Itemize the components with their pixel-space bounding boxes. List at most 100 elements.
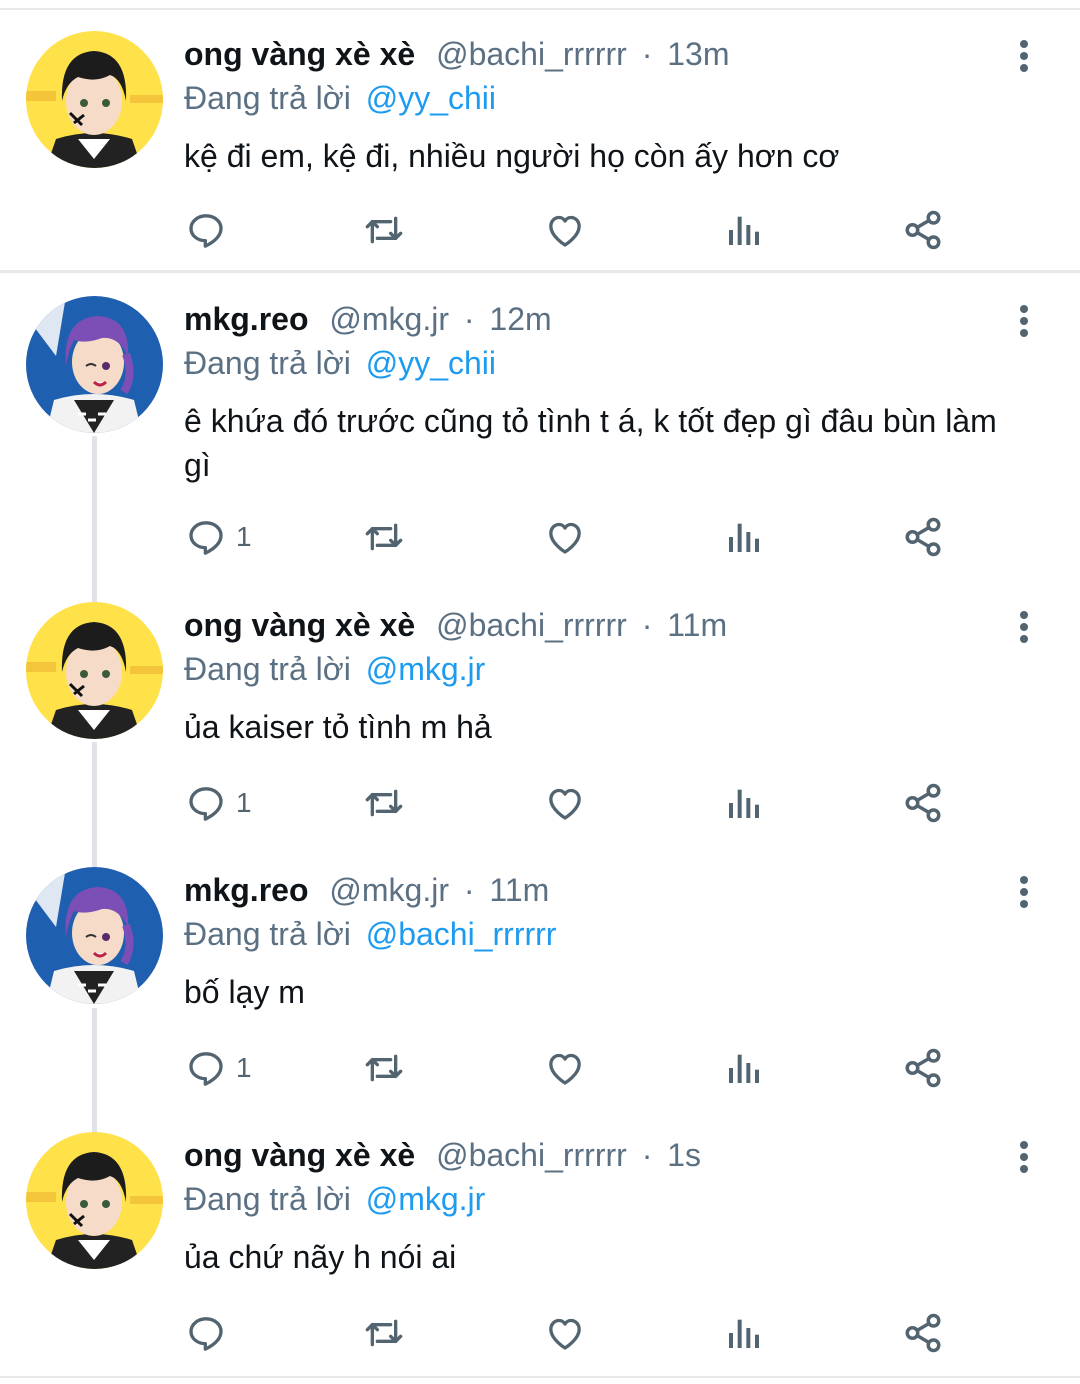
share-button[interactable]: [902, 781, 944, 825]
replying-to: Đang trả lời @yy_chii: [184, 78, 496, 118]
reply-mention-link[interactable]: @mkg.jr: [366, 1181, 486, 1217]
retweet-button[interactable]: [362, 515, 406, 559]
tweet-header: ong vàng xè xè @bachi_rrrrrr · 13m: [184, 34, 729, 74]
tweet[interactable]: mkg.reo @mkg.jr · 12m Đang trả lời @yy_c…: [0, 273, 1080, 579]
reply-mention-link[interactable]: @mkg.jr: [366, 651, 486, 687]
avatar-blue[interactable]: [26, 296, 163, 433]
avatar-yellow[interactable]: [26, 31, 163, 168]
retweet-button[interactable]: [362, 781, 406, 825]
separator-dot: ·: [641, 1137, 653, 1173]
tweet-text: kệ đi em, kệ đi, nhiều người họ còn ấy h…: [184, 138, 840, 174]
timestamp[interactable]: 11m: [667, 607, 727, 643]
tweet-header: ong vàng xè xè @bachi_rrrrrr · 1s: [184, 1135, 701, 1175]
tweet[interactable]: mkg.reo @mkg.jr · 11m Đang trả lời @bach…: [0, 844, 1080, 1109]
action-bar: 1: [0, 515, 1080, 559]
reply-mention-link[interactable]: @yy_chii: [366, 80, 496, 116]
like-button[interactable]: [544, 781, 586, 825]
retweet-icon: [365, 1054, 403, 1082]
views-icon: [729, 789, 759, 818]
display-name[interactable]: ong vàng xè xè: [184, 1137, 415, 1173]
timestamp[interactable]: 12m: [489, 301, 551, 337]
more-icon[interactable]: [1012, 874, 1036, 910]
reply-button[interactable]: 1: [186, 1046, 252, 1090]
action-bar: 1: [0, 781, 1080, 825]
views-icon: [729, 523, 759, 552]
replying-label: Đang trả lời: [184, 651, 351, 687]
replying-label: Đang trả lời: [184, 916, 351, 952]
reply-button[interactable]: 1: [186, 515, 252, 559]
tweet-text: ủa chứ nãy h nói ai: [184, 1239, 457, 1275]
separator-dot: ·: [641, 607, 653, 643]
reply-count: 1: [236, 521, 252, 552]
views-icon: [729, 1054, 759, 1083]
reply-button[interactable]: 1: [186, 781, 252, 825]
separator-dot: ·: [463, 301, 475, 337]
share-icon: [905, 1313, 941, 1353]
reply-mention-link[interactable]: @yy_chii: [366, 345, 496, 381]
user-handle[interactable]: @bachi_rrrrrr: [436, 607, 627, 643]
action-bar: [0, 208, 1080, 252]
reply-icon: [189, 1317, 223, 1351]
like-icon: [549, 522, 581, 554]
views-button[interactable]: [724, 781, 764, 825]
timestamp[interactable]: 11m: [489, 872, 549, 908]
tweet-text: ê khứa đó trước cũng tỏ tình t á, k tốt …: [184, 403, 997, 483]
views-button[interactable]: [724, 208, 764, 252]
like-button[interactable]: [544, 515, 586, 559]
reply-mention-link[interactable]: @bachi_rrrrrr: [366, 916, 557, 952]
like-button[interactable]: [544, 1311, 586, 1355]
retweet-button[interactable]: [362, 1311, 406, 1355]
views-button[interactable]: [724, 1311, 764, 1355]
display-name[interactable]: ong vàng xè xè: [184, 36, 415, 72]
like-icon: [549, 1053, 581, 1085]
like-button[interactable]: [544, 1046, 586, 1090]
share-button[interactable]: [902, 208, 944, 252]
replying-label: Đang trả lời: [184, 1181, 351, 1217]
action-bar: [0, 1311, 1080, 1355]
share-button[interactable]: [902, 1311, 944, 1355]
views-button[interactable]: [724, 1046, 764, 1090]
replying-to: Đang trả lời @mkg.jr: [184, 649, 485, 689]
tweet[interactable]: ong vàng xè xè @bachi_rrrrrr · 13m Đang …: [0, 0, 1080, 270]
bottom-divider: [0, 1376, 1080, 1378]
reply-button[interactable]: [186, 208, 236, 252]
reply-icon: [189, 521, 223, 555]
timestamp[interactable]: 13m: [667, 36, 729, 72]
share-icon: [905, 1048, 941, 1088]
separator-dot: ·: [463, 872, 475, 908]
separator-dot: ·: [641, 36, 653, 72]
more-icon[interactable]: [1012, 609, 1036, 645]
share-icon: [905, 783, 941, 823]
tweet[interactable]: ong vàng xè xè @bachi_rrrrrr · 11m Đang …: [0, 579, 1080, 844]
more-icon[interactable]: [1012, 38, 1036, 74]
tweet-text: ủa kaiser tỏ tình m hả: [184, 709, 492, 745]
reply-count: 1: [236, 787, 252, 818]
like-button[interactable]: [544, 208, 586, 252]
avatar-blue[interactable]: [26, 867, 163, 1004]
replying-label: Đang trả lời: [184, 80, 351, 116]
replying-to: Đang trả lời @bachi_rrrrrr: [184, 914, 556, 954]
retweet-button[interactable]: [362, 208, 406, 252]
share-button[interactable]: [902, 1046, 944, 1090]
views-icon: [729, 216, 759, 245]
tweet[interactable]: ong vàng xè xè @bachi_rrrrrr · 1s Đang t…: [0, 1109, 1080, 1376]
timestamp[interactable]: 1s: [667, 1137, 701, 1173]
user-handle[interactable]: @bachi_rrrrrr: [436, 1137, 627, 1173]
views-button[interactable]: [724, 515, 764, 559]
display-name[interactable]: mkg.reo: [184, 301, 308, 337]
share-button[interactable]: [902, 515, 944, 559]
display-name[interactable]: ong vàng xè xè: [184, 607, 415, 643]
user-handle[interactable]: @mkg.jr: [329, 301, 449, 337]
retweet-button[interactable]: [362, 1046, 406, 1090]
reply-button[interactable]: [186, 1311, 236, 1355]
reply-count: 1: [236, 1052, 252, 1083]
user-handle[interactable]: @mkg.jr: [329, 872, 449, 908]
retweet-icon: [365, 789, 403, 817]
replying-to: Đang trả lời @yy_chii: [184, 343, 496, 383]
display-name[interactable]: mkg.reo: [184, 872, 308, 908]
more-icon[interactable]: [1012, 303, 1036, 339]
avatar-yellow[interactable]: [26, 602, 163, 739]
user-handle[interactable]: @bachi_rrrrrr: [436, 36, 627, 72]
avatar-yellow[interactable]: [26, 1132, 163, 1269]
more-icon[interactable]: [1012, 1139, 1036, 1175]
